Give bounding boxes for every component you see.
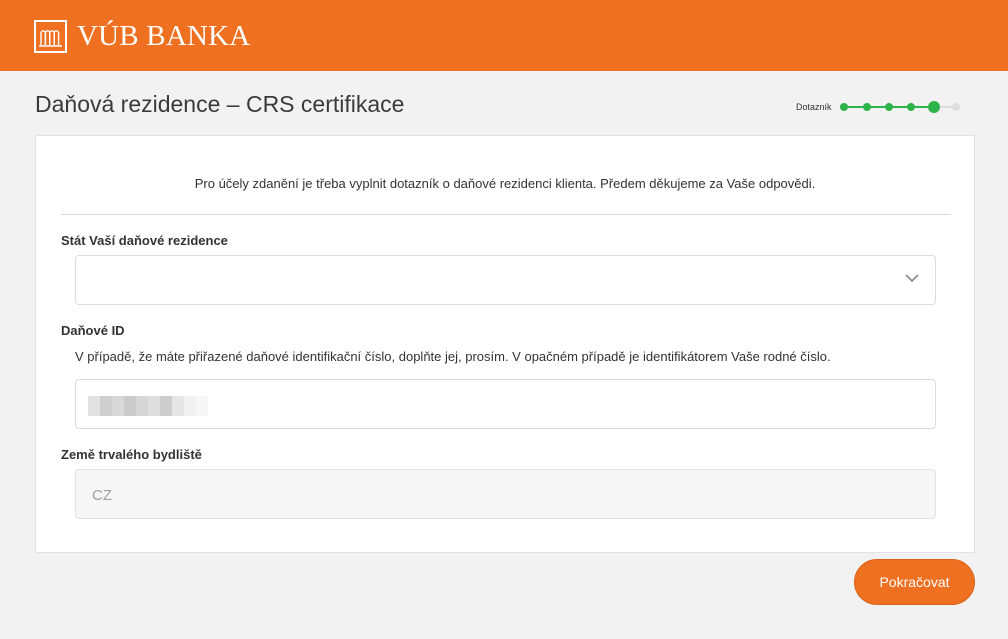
permanent-residence-field: CZ bbox=[75, 469, 936, 519]
vub-logo[interactable]: VÚB BANKA bbox=[34, 20, 250, 53]
residence-label: Stát Vaší daňové rezidence bbox=[61, 233, 228, 248]
permanent-residence-label: Země trvalého bydliště bbox=[61, 447, 202, 462]
bank-logo-icon bbox=[34, 20, 67, 53]
continue-button[interactable]: Pokračovat bbox=[854, 559, 975, 605]
residence-select[interactable] bbox=[75, 255, 936, 305]
crs-form-card: Pro účely zdanění je třeba vyplnit dotaz… bbox=[35, 135, 975, 553]
divider bbox=[61, 214, 951, 215]
permanent-residence-value: CZ bbox=[92, 487, 112, 504]
tax-id-input[interactable] bbox=[75, 379, 936, 429]
progress-step-current bbox=[927, 101, 940, 113]
tax-id-label: Daňové ID bbox=[61, 323, 125, 338]
progress-step-2 bbox=[862, 103, 871, 111]
page-title: Daňová rezidence – CRS certifikace bbox=[35, 91, 405, 117]
progress-step-3 bbox=[884, 103, 893, 111]
progress-step-6 bbox=[951, 103, 960, 111]
progress-track bbox=[839, 99, 960, 115]
redacted-tax-id bbox=[88, 396, 208, 416]
brand-name: VÚB BANKA bbox=[77, 20, 251, 52]
intro-text: Pro účely zdanění je třeba vyplnit dotaz… bbox=[194, 176, 816, 191]
progress-step-1 bbox=[839, 103, 848, 111]
chevron-down-icon[interactable] bbox=[905, 274, 919, 283]
questionnaire-progress: Dotazník bbox=[796, 99, 960, 115]
progress-step-4 bbox=[906, 103, 915, 111]
app-header: VÚB BANKA bbox=[0, 0, 1008, 71]
progress-label: Dotazník bbox=[796, 102, 832, 112]
tax-id-help: V případě, že máte přiřazené daňové iden… bbox=[75, 349, 831, 364]
